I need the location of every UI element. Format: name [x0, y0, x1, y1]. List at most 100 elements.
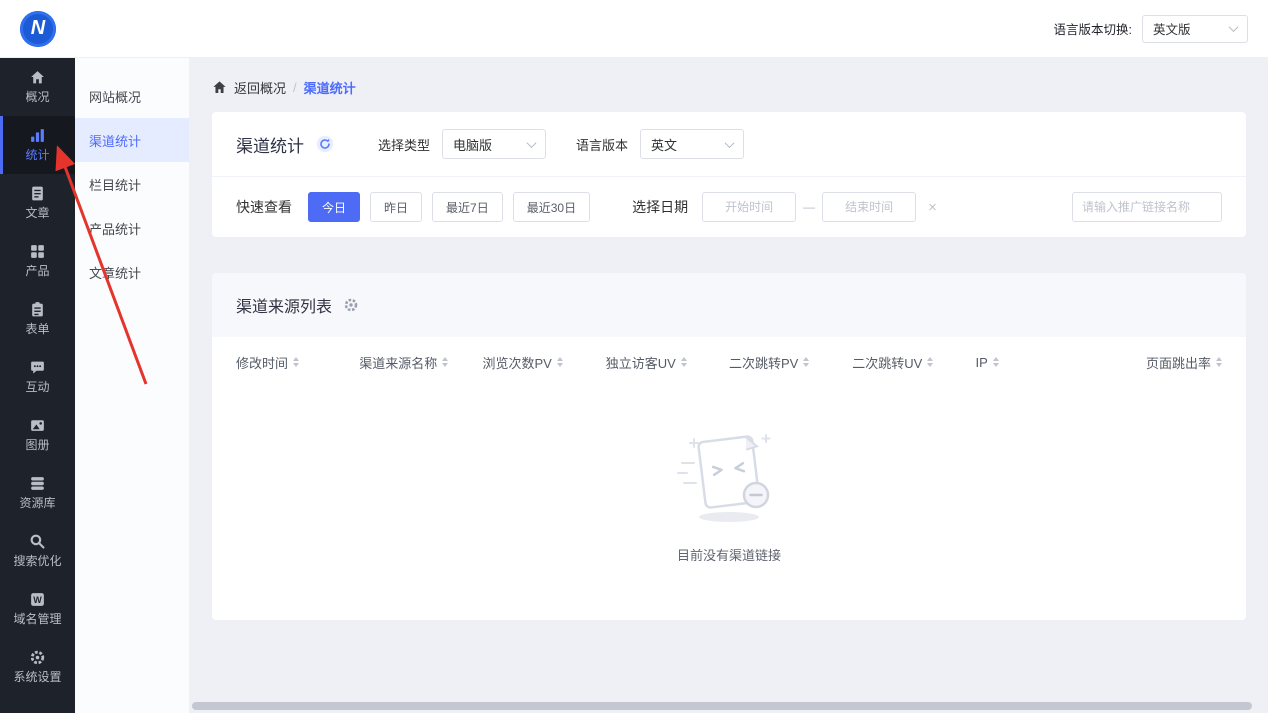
submenu-item-article-stats[interactable]: 文章统计 — [75, 250, 189, 294]
domain-icon: W — [29, 591, 46, 608]
refresh-icon[interactable] — [316, 135, 334, 153]
sidebar-item-label: 互动 — [25, 380, 50, 395]
resource-icon — [29, 475, 46, 492]
column-header-pv[interactable]: 浏览次数PV — [483, 353, 606, 372]
sidebar-item-articles[interactable]: 文章 — [0, 174, 75, 232]
column-label: 浏览次数PV — [482, 355, 552, 371]
sidebar-item-forms[interactable]: 表单 — [0, 290, 75, 348]
column-label: 独立访客UV — [605, 355, 676, 371]
product-icon — [29, 243, 46, 260]
article-icon — [29, 185, 46, 202]
column-header-second-pv[interactable]: 二次跳转PV — [729, 353, 852, 372]
column-label: IP — [975, 354, 988, 370]
chevron-down-icon — [1228, 22, 1239, 33]
empty-state-text: 目前没有渠道链接 — [676, 548, 781, 563]
horizontal-scrollbar[interactable] — [192, 702, 1252, 710]
column-label: 页面跳出率 — [1145, 355, 1211, 371]
column-header-ip[interactable]: IP — [976, 355, 1099, 370]
column-header-bounce-rate[interactable]: 页面跳出率 — [1099, 353, 1222, 372]
sort-icons — [927, 357, 934, 367]
promo-link-search-input[interactable] — [1072, 192, 1222, 222]
date-range-separator: — — [803, 200, 816, 214]
sidebar-item-resources[interactable]: 资源库 — [0, 464, 75, 522]
seo-icon — [29, 533, 46, 550]
sidebar-item-label: 表单 — [25, 322, 50, 337]
language-version-select[interactable]: 英文版 — [1142, 14, 1248, 43]
sidebar-item-label: 搜索优化 — [13, 554, 62, 569]
sidebar-item-label: 产品 — [25, 264, 50, 279]
sidebar-item-overview[interactable]: 概况 — [0, 58, 75, 116]
end-date-input[interactable] — [822, 192, 917, 222]
empty-illustration — [677, 434, 771, 522]
content-language-value: 英文 — [651, 137, 678, 153]
table-header-row: 修改时间 渠道来源名称 浏览次数PV 独立访客UV 二次跳转PV 二次跳转UV … — [212, 337, 1246, 387]
home-icon — [29, 69, 46, 86]
home-icon[interactable] — [212, 80, 227, 95]
empty-state: 目前没有渠道链接 — [212, 387, 1246, 620]
submenu-item-product-stats[interactable]: 产品统计 — [75, 206, 189, 250]
column-header-modified-time[interactable]: 修改时间 — [236, 353, 359, 372]
sidebar-item-domains[interactable]: W 域名管理 — [0, 580, 75, 638]
quick-view-label: 快速查看 — [236, 199, 292, 215]
settings-gear-icon — [29, 649, 46, 666]
column-header-second-uv[interactable]: 二次跳转UV — [852, 353, 975, 372]
device-type-select[interactable]: 电脑版 — [442, 129, 547, 159]
stats-submenu: 网站概况 渠道统计 栏目统计 产品统计 文章统计 — [75, 58, 190, 713]
main-content: 返回概况 / 渠道统计 渠道统计 选择类型 电脑版 语言版本 英文 快速查看 今… — [190, 58, 1268, 713]
main-sidebar: 概况 统计 文章 产品 表单 互动 图册 资源库 搜索优化 W 域名管理 系统设… — [0, 58, 75, 713]
column-header-uv[interactable]: 独立访客UV — [606, 353, 729, 372]
sidebar-item-label: 统计 — [25, 148, 50, 163]
sort-icons — [1216, 357, 1222, 367]
form-icon — [29, 301, 46, 318]
column-header-source-name[interactable]: 渠道来源名称 — [359, 353, 482, 372]
sidebar-item-albums[interactable]: 图册 — [0, 406, 75, 464]
sidebar-item-label: 概况 — [25, 90, 50, 105]
language-version-label: 语言版本 — [576, 137, 629, 153]
list-title: 渠道来源列表 — [236, 299, 333, 316]
breadcrumb-separator: / — [293, 79, 297, 95]
sidebar-item-stats[interactable]: 统计 — [0, 116, 75, 174]
chat-icon — [29, 359, 46, 376]
date-range-label: 选择日期 — [632, 199, 689, 215]
breadcrumb-back-link[interactable]: 返回概况 — [234, 78, 286, 97]
sort-icons — [293, 357, 300, 367]
app-logo[interactable]: N — [20, 10, 56, 47]
chart-icon — [29, 127, 46, 144]
quick-range-yesterday-button[interactable]: 昨日 — [370, 192, 423, 222]
column-label: 二次跳转UV — [852, 355, 923, 371]
sort-icons — [680, 357, 687, 367]
sort-icons — [442, 357, 449, 367]
device-type-value: 电脑版 — [453, 137, 493, 153]
submenu-item-channel-stats[interactable]: 渠道统计 — [75, 118, 189, 162]
channel-stats-panel: 渠道统计 选择类型 电脑版 语言版本 英文 快速查看 今日 昨日 最近7日 最近… — [212, 112, 1246, 237]
sidebar-item-products[interactable]: 产品 — [0, 232, 75, 290]
sidebar-item-settings[interactable]: 系统设置 — [0, 638, 75, 696]
sidebar-item-label: 系统设置 — [13, 670, 62, 685]
sort-icons — [803, 357, 810, 367]
breadcrumb-current: 渠道统计 — [303, 80, 356, 96]
sidebar-item-label: 资源库 — [19, 496, 56, 511]
clear-date-icon[interactable]: × — [928, 200, 937, 215]
sidebar-item-label: 图册 — [25, 438, 50, 453]
topbar: N 语言版本切换: 英文版 — [0, 0, 1268, 58]
breadcrumb: 返回概况 / 渠道统计 — [212, 70, 1246, 104]
chevron-down-icon — [526, 137, 537, 148]
svg-text:W: W — [33, 595, 42, 605]
quick-range-today-button[interactable]: 今日 — [308, 192, 361, 222]
channel-source-list-panel: 渠道来源列表 修改时间 渠道来源名称 浏览次数PV 独立访客UV 二次跳转PV … — [212, 273, 1246, 620]
sort-icons — [556, 357, 563, 367]
quick-range-7days-button[interactable]: 最近7日 — [432, 192, 503, 222]
quick-range-30days-button[interactable]: 最近30日 — [512, 192, 591, 222]
sidebar-item-seo[interactable]: 搜索优化 — [0, 522, 75, 580]
content-language-select[interactable]: 英文 — [640, 129, 745, 159]
list-settings-gear-icon[interactable] — [343, 297, 359, 313]
submenu-item-category-stats[interactable]: 栏目统计 — [75, 162, 189, 206]
gallery-icon — [29, 417, 46, 434]
sidebar-item-label: 文章 — [25, 206, 50, 221]
start-date-input[interactable] — [702, 192, 797, 222]
page-title: 渠道统计 — [236, 136, 304, 156]
sidebar-item-interaction[interactable]: 互动 — [0, 348, 75, 406]
quick-range-group: 今日 昨日 最近7日 最近30日 — [308, 192, 600, 222]
submenu-item-site-overview[interactable]: 网站概况 — [75, 74, 189, 118]
type-label: 选择类型 — [378, 137, 431, 153]
